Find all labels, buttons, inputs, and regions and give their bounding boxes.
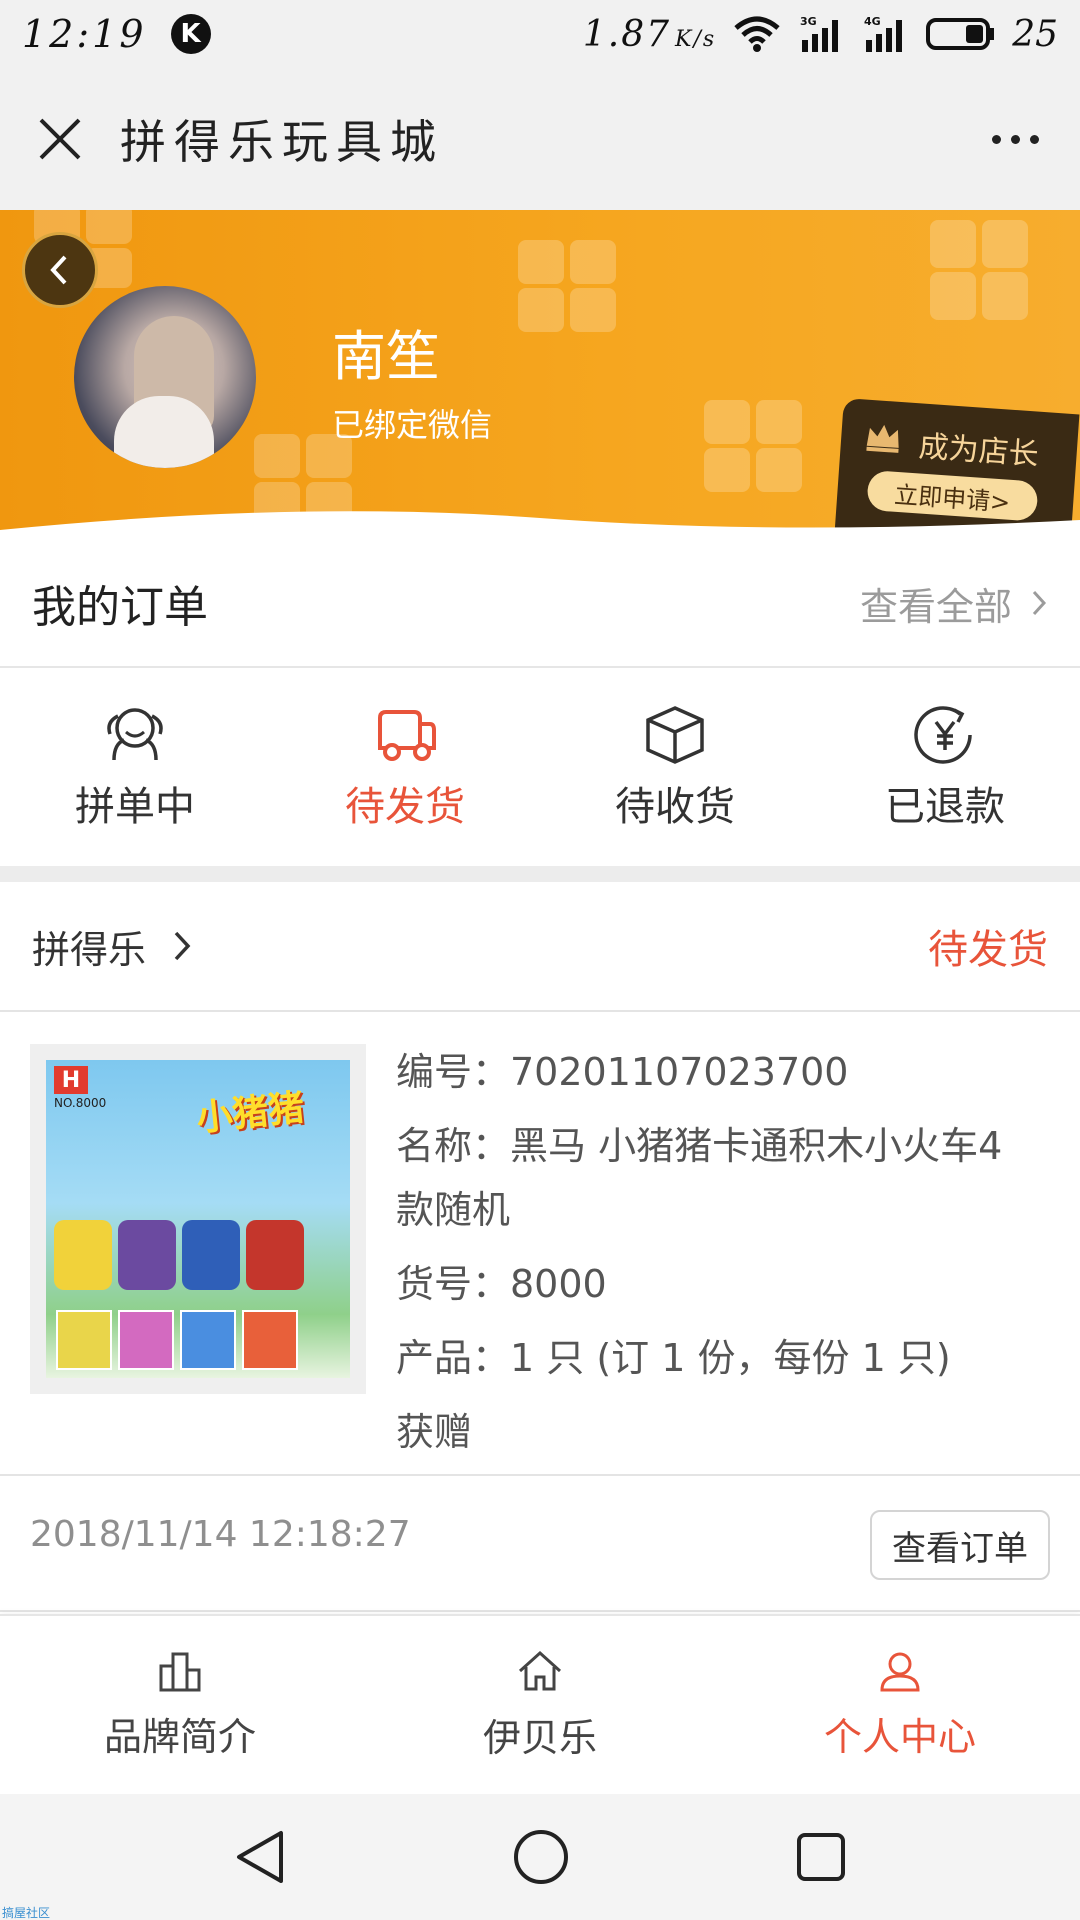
product-name-line1: 名称：黑马 小猪猪卡通积木小火车4 — [396, 1124, 1003, 1168]
package-box-icon — [646, 706, 704, 764]
chevron-right-icon — [1032, 590, 1047, 616]
person-icon — [880, 1652, 920, 1691]
more-dot-icon — [991, 134, 1001, 144]
wifi-icon — [734, 16, 780, 52]
tab-awaiting-receipt[interactable]: 待收货 — [540, 670, 810, 866]
section-divider — [0, 866, 1080, 882]
wechat-bind-status: 已绑定微信 — [332, 406, 493, 444]
status-bar: 12:19 K 1.87 K/s 3G 4G 25 — [0, 0, 1080, 68]
battery-icon — [926, 18, 995, 50]
title-bar: 拼得乐玩具城 — [0, 68, 1080, 210]
home-circle-icon[interactable] — [512, 1828, 570, 1886]
order-footer: 2018/11/14 12:18:27 查看订单 — [0, 1478, 1080, 1612]
more-dot-icon — [1010, 134, 1020, 144]
puzzle-decoration-icon — [518, 240, 616, 332]
signal-4g-label: 4G — [864, 15, 881, 28]
tab-group-buying[interactable]: 拼单中 — [0, 670, 270, 866]
gift-label: 获赠 — [396, 1410, 473, 1454]
delivery-truck-icon — [378, 710, 436, 761]
status-time: 12:19 — [22, 12, 147, 56]
my-orders-title: 我的订单 — [32, 582, 208, 633]
order-timestamp: 2018/11/14 12:18:27 — [30, 1514, 411, 1555]
page-title: 拼得乐玩具城 — [120, 115, 444, 169]
nav-personal-center[interactable]: 个人中心 — [720, 1616, 1080, 1794]
shop-name: 拼得乐 — [32, 927, 147, 972]
back-button[interactable] — [22, 232, 98, 308]
signal-3g-icon: 3G — [800, 15, 839, 52]
tab-refunded[interactable]: 已退款 — [810, 670, 1080, 866]
view-all-orders-link[interactable]: 查看全部 — [860, 576, 1048, 631]
network-speed-value: 1.87 — [582, 13, 672, 55]
system-navigation-bar — [0, 1794, 1080, 1920]
crown-icon — [866, 424, 899, 453]
nav-label: 个人中心 — [823, 1714, 976, 1759]
product-info: 编号：70201107023700 名称：黑马 小猪猪卡通积木小火车4 款随机 … — [396, 1044, 1026, 1478]
network-speed: 1.87 K/s — [583, 14, 716, 55]
battery-level: 25 — [1012, 13, 1058, 55]
home-icon — [518, 1650, 562, 1690]
order-serial: 编号：70201107023700 — [396, 1050, 849, 1094]
profile-header: 南笙 已绑定微信 成为店长 立即申请> — [0, 210, 1080, 540]
close-button[interactable] — [0, 68, 120, 210]
brand-logo: H — [54, 1066, 88, 1094]
recents-square-icon[interactable] — [795, 1831, 847, 1883]
chevron-left-icon — [50, 255, 67, 285]
nav-label: 伊贝乐 — [482, 1715, 597, 1760]
shop-promo-title: 成为店长 — [917, 429, 1040, 473]
item-number: 货号：8000 — [396, 1262, 607, 1306]
tab-awaiting-shipment[interactable]: 待发货 — [270, 670, 540, 866]
product-thumbnail[interactable]: H NO.8000 小猪猪 — [30, 1044, 366, 1394]
product-name-line2: 款随机 — [396, 1188, 511, 1232]
order-status-tabs: 拼单中 待发货 待收货 已退款 — [0, 670, 1080, 866]
yen-refund-icon — [914, 706, 972, 764]
puzzle-decoration-icon — [704, 400, 802, 492]
nav-brand-intro[interactable]: 品牌简介 — [0, 1616, 360, 1794]
back-triangle-icon[interactable] — [233, 1829, 287, 1885]
tab-label: 待收货 — [615, 784, 735, 830]
view-all-label: 查看全部 — [859, 584, 1012, 629]
order-status-badge: 待发货 — [928, 927, 1048, 973]
building-chart-icon — [159, 1652, 201, 1691]
product-box-title: 小猪猪 — [194, 1087, 307, 1140]
bottom-navigation: 品牌简介 伊贝乐 个人中心 — [0, 1614, 1080, 1794]
puzzle-decoration-icon — [930, 220, 1028, 320]
signal-4g-icon: 4G — [864, 15, 903, 52]
signal-3g-label: 3G — [800, 15, 817, 28]
more-options-button[interactable] — [950, 68, 1080, 210]
user-name: 南笙 — [332, 325, 440, 388]
order-shop-row[interactable]: 拼得乐 待发货 — [0, 882, 1080, 1012]
tab-label: 已退款 — [885, 784, 1005, 830]
close-icon — [39, 118, 81, 160]
avatar — [74, 286, 256, 468]
tab-label: 待发货 — [345, 784, 465, 830]
tab-label: 拼单中 — [75, 784, 195, 830]
my-orders-header: 我的订单 查看全部 — [0, 540, 1080, 668]
group-person-icon — [107, 708, 163, 761]
chevron-right-icon — [174, 931, 191, 961]
product-box-code: NO.8000 — [54, 1096, 107, 1110]
network-speed-unit: K/s — [675, 26, 717, 52]
product-quantity: 产品：1 只 (订 1 份，每份 1 只) — [396, 1336, 951, 1380]
more-dot-icon — [1029, 134, 1039, 144]
nav-label: 品牌简介 — [103, 1714, 256, 1759]
nav-home[interactable]: 伊贝乐 — [360, 1616, 720, 1794]
order-product-row[interactable]: H NO.8000 小猪猪 编号：70201107023700 名称：黑马 小猪… — [0, 1014, 1080, 1476]
watermark: 搞屋社区 — [2, 1906, 51, 1920]
view-order-button[interactable]: 查看订单 — [870, 1510, 1050, 1580]
app-notification-icon: K — [170, 14, 211, 54]
